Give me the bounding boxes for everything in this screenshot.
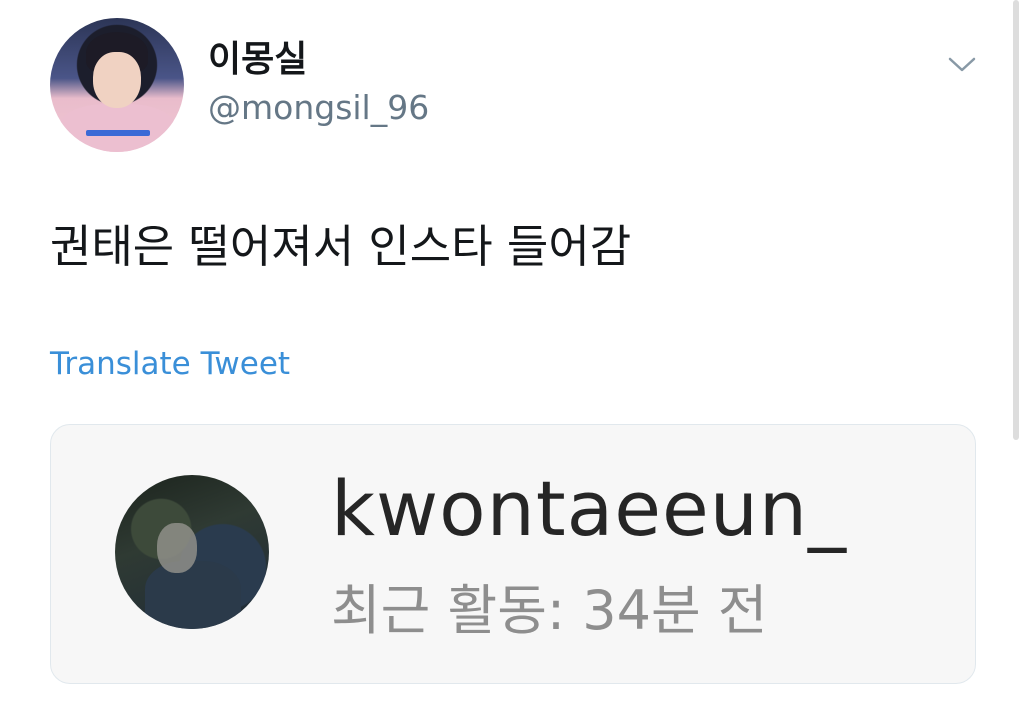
translate-tweet-link[interactable]: Translate Tweet (50, 344, 290, 384)
profile-avatar[interactable] (50, 18, 184, 152)
instagram-avatar-face (157, 523, 197, 573)
avatar-face (93, 52, 141, 108)
user-handle[interactable]: @mongsil_96 (208, 88, 429, 128)
instagram-username: kwontaeeun_ (331, 464, 848, 553)
more-options-button[interactable] (944, 50, 980, 80)
instagram-avatar-body (145, 561, 241, 629)
scrollbar[interactable] (1013, 0, 1019, 440)
chevron-down-icon (948, 57, 976, 72)
avatar-jacket (58, 104, 176, 152)
tweet-text: 권태은 떨어져서 인스타 들어감 (50, 220, 632, 273)
tweet: 이몽실 @mongsil_96 권태은 떨어져서 인스타 들어감 Transla… (0, 0, 1024, 726)
tweet-media-image[interactable]: kwontaeeun_ 최근 활동: 34분 전 (50, 424, 976, 684)
avatar-caption-bar (86, 130, 150, 136)
instagram-avatar (115, 475, 269, 629)
instagram-activity-status: 최근 활동: 34분 전 (331, 579, 768, 642)
display-name[interactable]: 이몽실 (208, 38, 307, 82)
